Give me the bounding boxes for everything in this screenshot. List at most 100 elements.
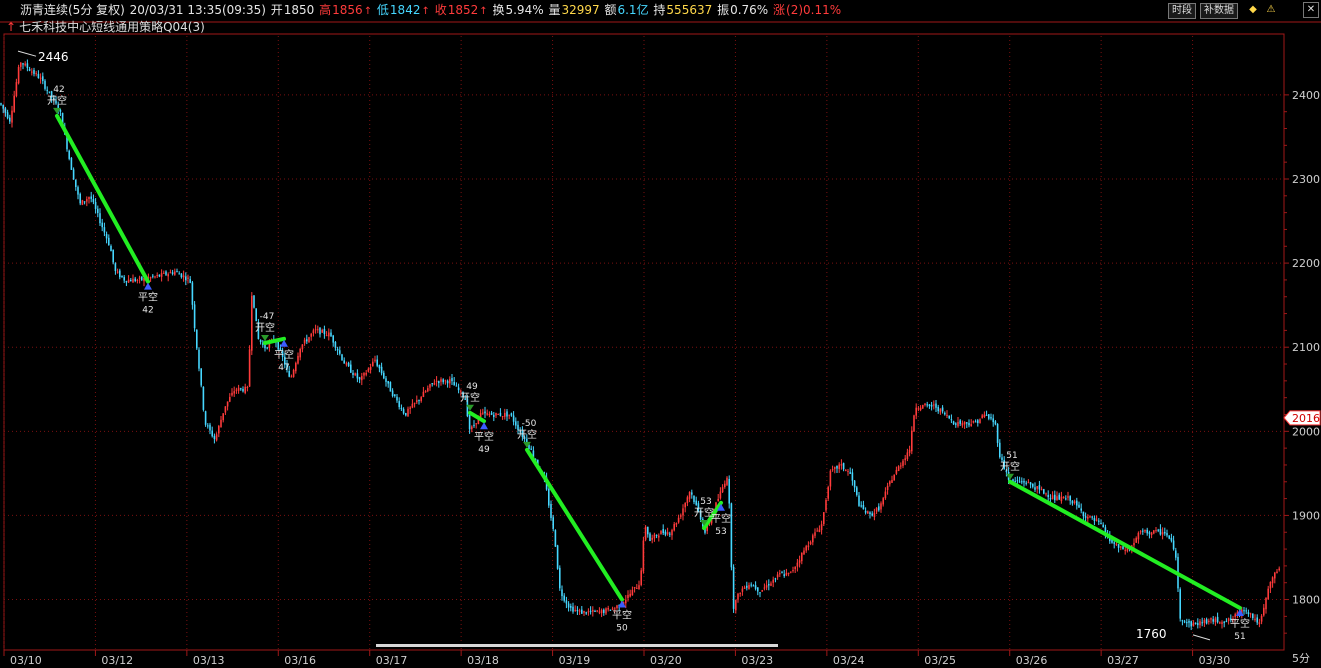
candle-body [488, 414, 491, 416]
candle-body [990, 417, 992, 419]
candle-body [996, 424, 999, 443]
symbol-name[interactable]: 沥青连续(5分 复权) [20, 3, 125, 17]
candle-body [176, 271, 178, 273]
candle-body [396, 396, 398, 401]
candle-body [530, 448, 532, 450]
candle-body [807, 545, 810, 548]
candle-body [1172, 540, 1175, 550]
candle-body [644, 526, 647, 540]
candle-body [251, 295, 253, 351]
candle-body [361, 376, 363, 381]
candle-body [193, 304, 196, 329]
candle-body [1038, 485, 1041, 490]
candle-body [768, 584, 770, 586]
candle-body [253, 295, 255, 308]
candle-body [605, 608, 607, 614]
candle-body [587, 611, 590, 613]
candle-body [79, 193, 81, 204]
x-tick-label: 03/13 [193, 654, 225, 667]
candle-body [1249, 613, 1252, 615]
candle-body [35, 73, 37, 75]
candle-body [860, 505, 862, 507]
candle-body [1113, 542, 1115, 544]
candle-body [974, 421, 977, 423]
candle-body [578, 610, 581, 612]
candle-body [891, 479, 893, 483]
candle-body [1219, 622, 1221, 624]
candle-body [178, 273, 180, 275]
candle-body [651, 537, 653, 540]
candle-body [845, 470, 847, 472]
candle-body [1122, 546, 1124, 550]
candle-body [407, 408, 409, 417]
candle-body [1080, 508, 1082, 511]
candle-body [576, 610, 579, 612]
y-tick-label: 1900 [1292, 509, 1320, 522]
candle-body [781, 572, 783, 574]
candle-body [1267, 588, 1269, 600]
candle-body [611, 608, 614, 610]
candle-body [600, 610, 603, 614]
supplement-data-button[interactable]: 补数据 [1200, 3, 1238, 19]
candle-body [950, 419, 953, 421]
candle-body [666, 532, 669, 535]
candle-body [882, 498, 884, 505]
candle-body [1223, 621, 1225, 623]
candlestick-chart[interactable]: 1800 1900 2000 2100 2200 2300 2400 03/10 03/12 03… [0, 0, 1321, 668]
candle-body [939, 408, 942, 413]
candle-body [1043, 489, 1045, 494]
candle-body [776, 574, 779, 578]
diamond-icon[interactable]: ◆ [1246, 3, 1260, 17]
candle-body [77, 187, 79, 195]
candle-body [330, 332, 332, 337]
candle-body [405, 413, 407, 416]
open-arrow-icon [261, 335, 269, 341]
warning-icon[interactable]: ⚠ [1264, 3, 1278, 17]
candle-body [999, 442, 1001, 458]
y-tick-label: 1800 [1292, 594, 1320, 607]
strategy-name[interactable]: 七禾科技中心短线通用策略Q04(3) [19, 20, 205, 34]
candle-body [48, 91, 51, 93]
candle-body [229, 396, 231, 402]
x-tick-label: 03/25 [924, 654, 956, 667]
close-qty: 49 [478, 445, 490, 455]
candle-body [849, 472, 851, 474]
candle-body [554, 530, 557, 547]
candle-body [220, 419, 222, 428]
candle-body [20, 62, 22, 67]
candle-body [583, 610, 585, 613]
candle-body [213, 435, 216, 440]
timeshare-button[interactable]: 时段 [1168, 3, 1196, 19]
candle-body [801, 552, 803, 562]
candle-body [110, 246, 112, 252]
candle-body [838, 464, 840, 469]
x-tick-label: 03/17 [376, 654, 408, 667]
candle-body [510, 413, 513, 416]
candle-body [1016, 480, 1019, 482]
candle-body [374, 359, 376, 361]
candle-body [246, 386, 249, 388]
candle-body [616, 605, 618, 609]
candle-body [983, 414, 986, 418]
candle-body [468, 414, 471, 430]
candle-body [413, 402, 416, 404]
candle-body [741, 588, 744, 592]
candle-body [673, 524, 675, 531]
x-tick-label: 03/12 [101, 654, 133, 667]
candle-body [1078, 504, 1080, 508]
candle-body [321, 329, 323, 333]
candle-body [501, 415, 504, 417]
open-label: 开空 [255, 321, 275, 334]
close-icon[interactable]: ✕ [1303, 2, 1319, 18]
y-tick-label: 2400 [1292, 89, 1320, 102]
candle-body [669, 533, 671, 535]
candle-body [1034, 487, 1036, 490]
candle-body [1082, 511, 1085, 517]
close-arrow-icon [618, 600, 626, 608]
candle-body [1049, 498, 1052, 500]
close-label: 平空 [274, 348, 294, 361]
candle-body [902, 460, 904, 466]
candle-body [312, 330, 315, 334]
candle-body [402, 409, 405, 414]
candle-body [556, 545, 559, 569]
